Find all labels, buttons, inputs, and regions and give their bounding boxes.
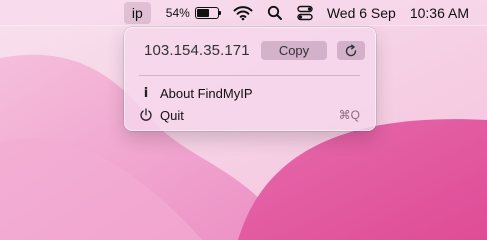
control-center-icon[interactable] [297,0,313,25]
info-icon: i [143,85,149,101]
quit-menu-item[interactable]: Quit ⌘Q [137,105,362,125]
quit-label: Quit [160,107,184,123]
findmyip-menu-popup: 103.154.35.171 Copy i About FindMyIP Qui [124,27,376,131]
wifi-icon-graphic [233,5,253,20]
search-icon [267,5,282,20]
power-symbol [140,108,152,121]
menu-bar-date[interactable]: Wed 6 Sep [327,0,396,25]
spotlight-search-icon[interactable] [267,0,283,25]
about-findmyip-menu-item[interactable]: i About FindMyIP [137,83,362,103]
refresh-button[interactable] [337,41,365,60]
battery-status[interactable]: 54% [165,0,221,25]
menu-bar: ip 54% Wed 6 Sep 10:36 AM [0,0,487,26]
menu-bar-ip-app[interactable]: ip [123,1,151,24]
wifi-icon[interactable] [233,0,253,25]
power-icon [138,107,154,123]
menu-separator [139,75,360,76]
battery-percentage: 54% [165,5,190,20]
battery-icon [194,6,221,19]
ip-address: 103.154.35.171 [144,42,250,59]
toggle-switches-icon [297,5,313,20]
quit-shortcut: ⌘Q [338,108,360,122]
refresh-icon [345,44,357,56]
about-findmyip-label: About FindMyIP [160,85,253,101]
ip-row: 103.154.35.171 Copy [125,40,375,62]
battery-level [196,8,209,17]
menu-bar-time[interactable]: 10:36 AM [410,0,469,25]
copy-button[interactable]: Copy [261,41,327,60]
desktop: ip 54% Wed 6 Sep 10:36 AM 103.154.35.171… [0,0,487,240]
